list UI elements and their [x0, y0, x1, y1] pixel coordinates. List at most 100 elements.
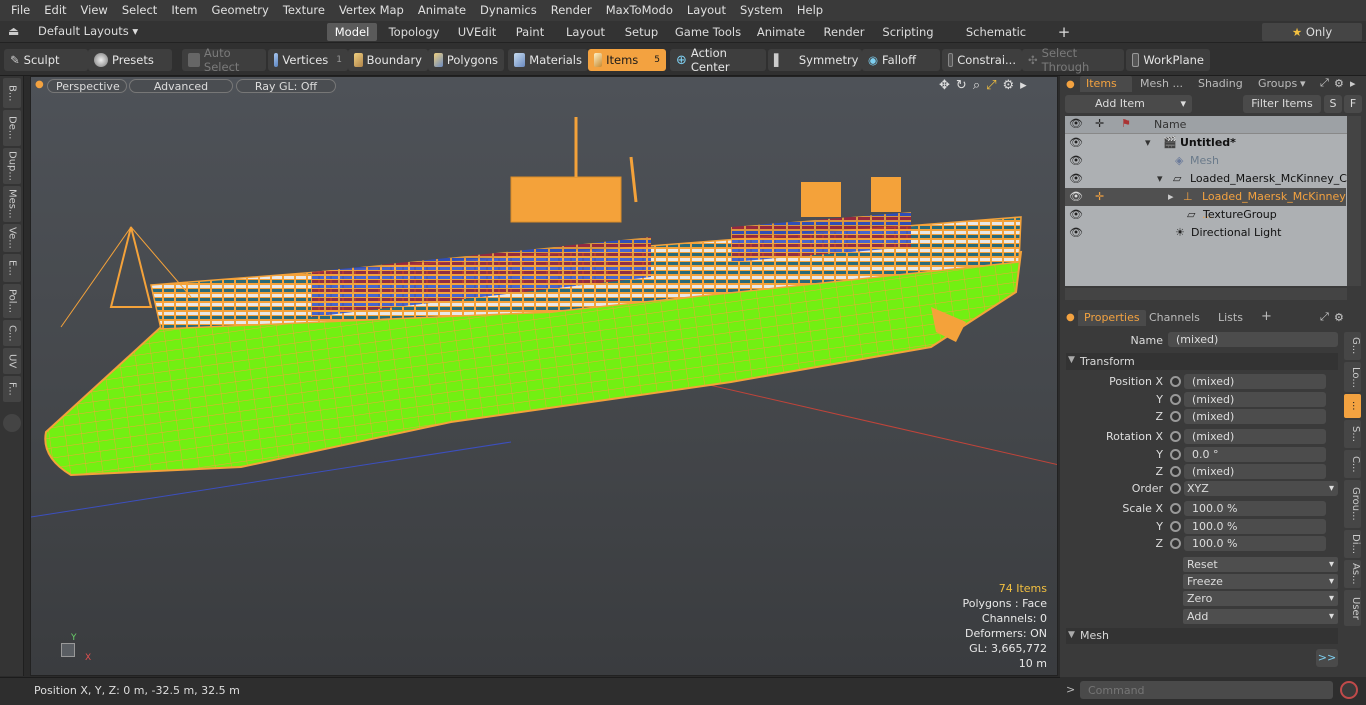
symmetry-button[interactable]: ▌ Symmetry — [768, 49, 862, 71]
record-macro-icon[interactable] — [1340, 681, 1358, 699]
constraints-button[interactable]: Constrai... — [942, 49, 1022, 71]
action-center-button[interactable]: ⊕ Action Center — [670, 46, 766, 74]
presets-button[interactable]: Presets — [88, 49, 172, 71]
command-input[interactable] — [1080, 681, 1333, 699]
tree-row-light[interactable]: 👁 ☀ Directional Light — [1065, 224, 1346, 242]
zero-dropdown[interactable]: Zero — [1183, 591, 1338, 606]
tab-lists[interactable]: Lists — [1212, 310, 1249, 326]
eye-icon[interactable]: 👁 — [1069, 188, 1083, 206]
workplane-button[interactable]: WorkPlane — [1126, 49, 1210, 71]
materials-button[interactable]: Materials — [508, 49, 588, 71]
polygons-button[interactable]: Polygons — [428, 49, 504, 71]
tree-row-mesh[interactable]: 👁 ◈ Mesh — [1065, 152, 1346, 170]
left-tab-curve[interactable]: C... — [3, 320, 21, 346]
default-layouts-dropdown[interactable]: Default Layouts ▾ — [38, 24, 138, 38]
boundary-button[interactable]: Boundary — [348, 49, 428, 71]
properties-settings-icon[interactable]: ⚙ — [1334, 311, 1344, 324]
menu-vertex-map[interactable]: Vertex Map — [332, 0, 411, 21]
3d-viewport[interactable]: ● Perspective Advanced Ray GL: Off ✥ ↻ ⌕… — [30, 76, 1058, 676]
menu-system[interactable]: System — [733, 0, 790, 21]
rotation-z-field[interactable]: (mixed) — [1184, 464, 1326, 479]
left-tab-edge[interactable]: E... — [3, 254, 21, 282]
menu-help[interactable]: Help — [790, 0, 830, 21]
rotation-x-radio[interactable] — [1170, 431, 1181, 442]
right-tab-c[interactable]: C... — [1344, 450, 1361, 478]
add-dropdown[interactable]: Add — [1183, 609, 1338, 624]
sculpt-button[interactable]: ✎ Sculpt — [4, 49, 88, 71]
position-z-field[interactable]: (mixed) — [1184, 409, 1326, 424]
expand-arrow-icon[interactable]: ▸ — [1168, 188, 1174, 206]
reset-dropdown[interactable]: Reset — [1183, 557, 1338, 572]
left-strip-toggle[interactable] — [3, 414, 21, 432]
tab-layout[interactable]: Layout — [558, 23, 613, 41]
name-field[interactable]: (mixed) — [1168, 332, 1338, 347]
properties-menu-icon[interactable]: ● — [1066, 312, 1075, 323]
order-radio[interactable] — [1170, 483, 1181, 494]
eye-icon[interactable]: 👁 — [1069, 224, 1083, 242]
order-dropdown[interactable]: XYZ ▾ — [1184, 481, 1338, 496]
vertices-button[interactable]: Vertices 1 — [268, 49, 348, 71]
falloff-button[interactable]: ◉ Falloff — [862, 49, 940, 71]
menu-dynamics[interactable]: Dynamics — [473, 0, 544, 21]
tree-row-selected-mesh[interactable]: 👁 ✛ ▸ ⊥ Loaded_Maersk_McKinney ... — [1065, 188, 1346, 221]
right-tab-active[interactable]: ... — [1344, 394, 1361, 418]
tab-render[interactable]: Render — [818, 23, 870, 41]
tree-scrollbar[interactable] — [1347, 116, 1361, 286]
filter-items-button[interactable]: Filter Items — [1243, 95, 1321, 113]
menu-item[interactable]: Item — [164, 0, 204, 21]
tab-mesh-ops[interactable]: Mesh ... — [1134, 76, 1189, 92]
position-x-field[interactable]: (mixed) — [1184, 374, 1326, 389]
left-tab-basic[interactable]: B... — [3, 78, 21, 108]
groups-dropdown-icon[interactable]: ▾ — [1300, 77, 1306, 90]
menu-view[interactable]: View — [74, 0, 115, 21]
tab-shading[interactable]: Shading — [1192, 76, 1249, 92]
tab-groups[interactable]: Groups — [1252, 76, 1303, 92]
transform-section[interactable]: ▼ Transform — [1066, 353, 1338, 370]
panel-settings-icon[interactable]: ⚙ — [1334, 77, 1344, 90]
right-tab-display[interactable]: Di... — [1344, 530, 1361, 558]
right-tab-general[interactable]: G... — [1344, 332, 1361, 360]
tree-row-texturegroup[interactable]: 👁 ▱ TextureGroup — [1065, 206, 1346, 224]
left-tab-duplicate[interactable]: Dup... — [3, 148, 21, 184]
tree-row-group[interactable]: 👁 ▾ ▱ Loaded_Maersk_McKinney_C ... — [1065, 170, 1347, 203]
eye-icon[interactable]: 👁 — [1069, 206, 1083, 224]
tab-items[interactable]: Items — [1080, 76, 1132, 92]
position-y-radio[interactable] — [1170, 394, 1181, 405]
scale-y-radio[interactable] — [1170, 521, 1181, 532]
items-button[interactable]: Items 5 — [588, 49, 666, 71]
eye-icon[interactable]: 👁 — [1069, 134, 1083, 152]
select-through-button[interactable]: ✣ Select Through — [1022, 46, 1124, 74]
tree-h-scrollbar[interactable] — [1065, 288, 1347, 300]
tab-game-tools[interactable]: Game Tools — [672, 23, 744, 41]
tab-paint[interactable]: Paint — [510, 23, 550, 41]
position-z-radio[interactable] — [1170, 411, 1181, 422]
left-tab-vertex[interactable]: Ve... — [3, 224, 21, 252]
right-tab-locator[interactable]: Lo... — [1344, 362, 1361, 392]
menu-animate[interactable]: Animate — [411, 0, 473, 21]
f-button[interactable]: F — [1344, 95, 1362, 113]
tab-channels[interactable]: Channels — [1143, 310, 1206, 326]
tab-animate[interactable]: Animate — [752, 23, 810, 41]
left-tab-mesh-edit[interactable]: Mes... — [3, 186, 21, 222]
panel-expand-icon[interactable]: ⤢ — [1320, 76, 1329, 90]
menu-render[interactable]: Render — [544, 0, 599, 21]
scale-z-field[interactable]: 100.0 % — [1184, 536, 1326, 551]
auto-select-button[interactable]: Auto Select — [182, 46, 266, 74]
menu-file[interactable]: File — [4, 0, 37, 21]
tab-scripting[interactable]: Scripting — [878, 23, 938, 41]
rotation-y-radio[interactable] — [1170, 449, 1181, 460]
panel-arrow-icon[interactable]: ▸ — [1350, 77, 1356, 90]
menu-edit[interactable]: Edit — [37, 0, 73, 21]
menu-maxtomodo[interactable]: MaxToModo — [599, 0, 680, 21]
freeze-dropdown[interactable]: Freeze — [1183, 574, 1338, 589]
tree-row-untitled[interactable]: 👁 ▾ 🎬 Untitled* — [1065, 134, 1346, 152]
right-tab-s[interactable]: S... — [1344, 420, 1361, 448]
right-tab-groups[interactable]: Grou... — [1344, 480, 1361, 528]
right-tab-assembly[interactable]: As... — [1344, 560, 1361, 588]
left-tab-uv[interactable]: UV — [3, 348, 21, 374]
menu-layout[interactable]: Layout — [680, 0, 733, 21]
expand-arrow-icon[interactable]: ▾ — [1157, 170, 1163, 188]
eye-icon[interactable]: 👁 — [1069, 170, 1083, 188]
add-properties-tab[interactable]: + — [1255, 309, 1278, 325]
add-tab-button[interactable]: + — [1054, 23, 1074, 41]
